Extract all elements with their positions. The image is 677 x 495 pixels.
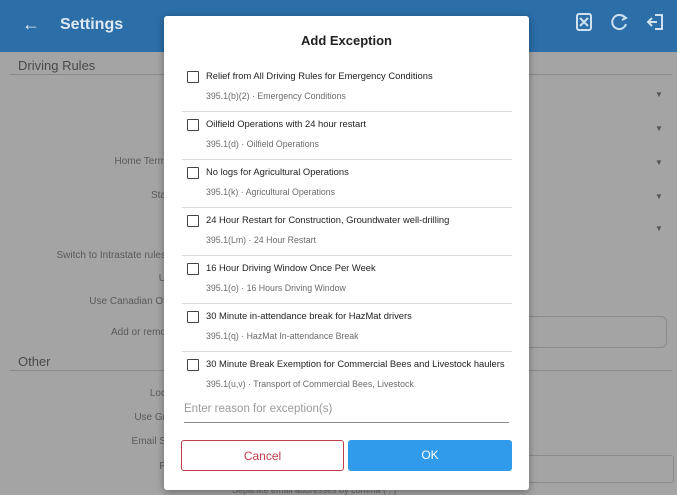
checkbox[interactable] [187, 167, 199, 179]
exception-item[interactable]: 30 Minute in-attendance break for HazMat… [182, 304, 512, 352]
section-driving-rules: Driving Rules [18, 58, 96, 73]
add-exception-dialog: Add Exception Relief from All Driving Ru… [164, 16, 529, 490]
exception-item[interactable]: 24 Hour Restart for Construction, Ground… [182, 208, 512, 256]
checkbox[interactable] [187, 359, 199, 371]
exception-name: No logs for Agricultural Operations [206, 166, 349, 177]
exception-item[interactable]: Relief from All Driving Rules for Emerge… [182, 64, 512, 112]
reason-input[interactable] [184, 398, 509, 420]
exception-item[interactable]: No logs for Agricultural Operations 395.… [182, 160, 512, 208]
exception-code: 395.1(k) · Agricultural Operations [206, 187, 336, 197]
email-field[interactable] [520, 455, 674, 483]
exception-name: Relief from All Driving Rules for Emerge… [206, 70, 433, 81]
ok-button[interactable]: OK [348, 440, 512, 471]
section-other: Other [18, 354, 51, 369]
exception-item[interactable]: 30 Minute Break Exemption for Commercial… [182, 352, 512, 400]
logout-icon[interactable] [645, 12, 667, 34]
checkbox[interactable] [187, 71, 199, 83]
add-exception-field[interactable] [520, 316, 667, 348]
email-label: Email S [131, 436, 166, 447]
page-title: Settings [60, 16, 124, 33]
exception-code: 395.1(Lm) · 24 Hour Restart [206, 235, 317, 245]
dropdown-caret-icon[interactable]: ▼ [655, 224, 663, 233]
exception-list[interactable]: Relief from All Driving Rules for Emerge… [164, 64, 529, 400]
dropdown-caret-icon[interactable]: ▼ [655, 158, 663, 167]
checkbox[interactable] [187, 311, 199, 323]
back-arrow-icon[interactable]: ← [22, 14, 40, 35]
exception-code: 395.1(q) · HazMat In-attendance Break [206, 331, 359, 341]
cancel-button[interactable]: Cancel [181, 440, 344, 471]
checkbox[interactable] [187, 263, 199, 275]
exception-name: 24 Hour Restart for Construction, Ground… [206, 214, 450, 225]
exception-code: 395.1(b)(2) · Emergency Conditions [206, 91, 346, 101]
dropdown-caret-icon[interactable]: ▼ [655, 192, 663, 201]
exception-name: 30 Minute Break Exemption for Commercial… [206, 358, 505, 369]
exception-name: 16 Hour Driving Window Once Per Week [206, 262, 376, 273]
refresh-icon[interactable] [609, 12, 631, 34]
exception-item[interactable]: 16 Hour Driving Window Once Per Week 395… [182, 256, 512, 304]
add-remove-label: Add or remo [110, 327, 166, 338]
intrastate-label: Switch to Intrastate rules [56, 250, 167, 261]
use-gr-label: Use Gr [134, 412, 166, 423]
exception-code: 395.1(o) · 16 Hours Driving Window [206, 283, 346, 293]
appbar-actions [573, 12, 667, 34]
checkbox[interactable] [187, 215, 199, 227]
u-label: U [158, 273, 166, 284]
dropdown-caret-icon[interactable]: ▼ [655, 90, 663, 99]
sync-disabled-icon[interactable] [573, 12, 595, 34]
checkbox[interactable] [187, 119, 199, 131]
exception-code: 395.1(u,v) · Transport of Commercial Bee… [206, 379, 414, 389]
loc-label: Loc [149, 388, 166, 399]
exception-name: Oilfield Operations with 24 hour restart [206, 118, 366, 129]
home-terminal-label: Home Term [114, 156, 167, 167]
p-label: P [159, 461, 166, 472]
state-label: Sta [150, 190, 166, 201]
exception-item[interactable]: Oilfield Operations with 24 hour restart… [182, 112, 512, 160]
exception-name: 30 Minute in-attendance break for HazMat… [206, 310, 412, 321]
exception-code: 395.1(d) · Oilfield Operations [206, 139, 319, 149]
canadian-label: Use Canadian Of [89, 296, 166, 307]
reason-field-wrapper [184, 398, 509, 423]
dropdown-caret-icon[interactable]: ▼ [655, 124, 663, 133]
dialog-title: Add Exception [300, 33, 392, 48]
